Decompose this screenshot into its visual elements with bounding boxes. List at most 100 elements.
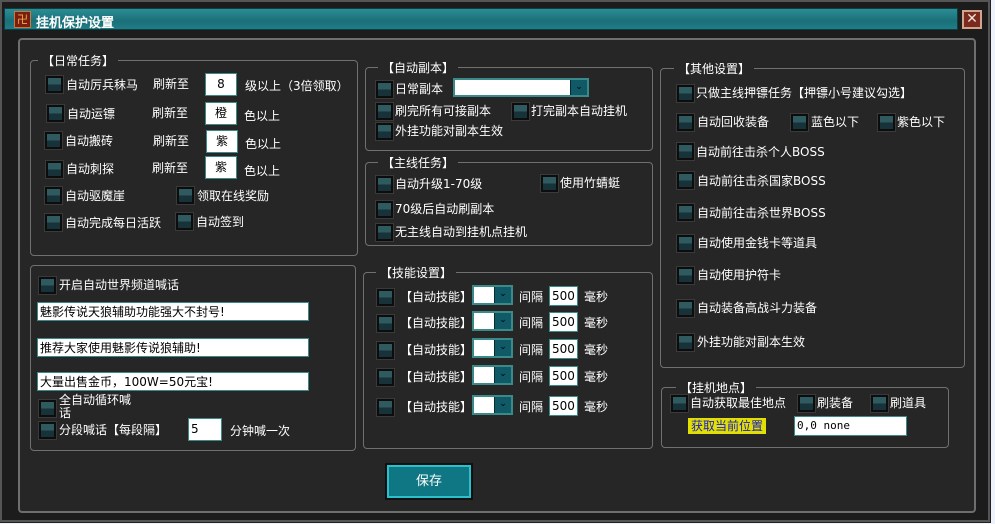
checkbox-label: 全自动循环喊话 <box>59 393 132 420</box>
interval-input[interactable]: 500 <box>549 286 578 306</box>
close-button[interactable]: ✕ <box>962 10 982 29</box>
chevron-down-icon: ⌄ <box>494 313 511 329</box>
interval-input[interactable]: 500 <box>549 396 578 416</box>
checkbox-label: 无主线自动到挂机点挂机 <box>395 225 528 239</box>
checkbox[interactable] <box>46 104 65 123</box>
checkbox-label: 自动装备高战斗力装备 <box>697 301 818 315</box>
checkbox-label: 刷装备 <box>817 396 854 410</box>
checkbox[interactable] <box>376 288 395 307</box>
label: 刷新至 <box>152 161 189 175</box>
checkbox-label: 自动运镖 <box>67 107 116 121</box>
group-title: 【技能设置】 <box>376 264 457 281</box>
checkbox[interactable] <box>375 223 394 242</box>
chevron-down-icon: ⌄ <box>494 367 511 383</box>
message-input[interactable]: 魅影传说天狼辅助功能强大不封号! <box>37 302 309 321</box>
level-input[interactable]: 8 <box>205 73 237 96</box>
label: 色以上 <box>245 137 282 151</box>
checkbox[interactable] <box>676 203 695 222</box>
checkbox-label: 外挂功能对副本生效 <box>697 335 806 349</box>
interval-input[interactable]: 500 <box>549 339 578 359</box>
checkbox[interactable] <box>45 160 64 179</box>
checkbox-label: 自动回收装备 <box>697 115 770 129</box>
skill-select[interactable]: ⌄ <box>472 311 513 331</box>
checkbox[interactable] <box>44 213 63 232</box>
checkbox[interactable] <box>676 333 695 352</box>
skill-select[interactable]: ⌄ <box>472 395 513 415</box>
group-title: 【主线任务】 <box>378 154 459 171</box>
checkbox[interactable] <box>790 113 809 132</box>
checkbox-label: 自动厉兵秣马 <box>66 78 139 92</box>
color-input[interactable]: 紫 <box>206 130 238 153</box>
dungeon-select[interactable]: ⌄ <box>453 78 589 97</box>
checkbox[interactable] <box>38 421 57 440</box>
skill-label: 【自动技能】 <box>400 343 473 357</box>
checkbox-label: 自动使用金钱卡等道具 <box>697 236 818 250</box>
checkbox[interactable] <box>676 266 695 285</box>
checkbox[interactable] <box>375 80 394 99</box>
chevron-down-icon: ⌄ <box>494 287 511 303</box>
checkbox[interactable] <box>376 314 395 333</box>
checkbox[interactable] <box>375 122 394 141</box>
checkbox[interactable] <box>676 234 695 253</box>
checkbox[interactable] <box>676 142 695 161</box>
checkbox-label: 开启自动世界频道喊话 <box>59 278 180 292</box>
checkbox[interactable] <box>175 212 194 231</box>
skill-select[interactable]: ⌄ <box>472 365 513 385</box>
message-input[interactable]: 大量出售金币，100W=50元宝! <box>37 372 309 391</box>
chevron-down-icon: ⌄ <box>494 340 511 356</box>
checkbox[interactable] <box>376 368 395 387</box>
checkbox[interactable] <box>676 299 695 318</box>
checkbox[interactable] <box>375 102 394 121</box>
group-title: 【其他设置】 <box>674 60 755 77</box>
checkbox[interactable] <box>877 113 896 132</box>
label: 色以上 <box>244 164 281 178</box>
checkbox[interactable] <box>376 398 395 417</box>
checkbox[interactable] <box>375 175 394 194</box>
get-position-button[interactable]: 获取当前位置 <box>688 418 766 434</box>
checkbox[interactable] <box>44 186 63 205</box>
checkbox[interactable] <box>44 131 63 150</box>
save-button[interactable]: 保存 <box>385 463 473 500</box>
label: 色以上 <box>244 109 281 123</box>
skill-select[interactable]: ⌄ <box>472 285 513 305</box>
checkbox[interactable] <box>797 394 816 413</box>
message-input[interactable]: 推荐大家使用魅影传说狼辅助! <box>37 338 309 357</box>
label: 间隔 <box>519 316 544 330</box>
checkbox[interactable] <box>511 102 530 121</box>
checkbox[interactable] <box>676 171 695 190</box>
title-bar[interactable] <box>4 8 958 30</box>
position-input[interactable]: 0,0 none <box>794 416 907 436</box>
label: 毫秒 <box>584 400 609 414</box>
color-input[interactable]: 橙 <box>205 102 237 125</box>
checkbox-label: 使用竹蜻蜓 <box>560 176 621 190</box>
skill-label: 【自动技能】 <box>400 370 473 384</box>
chevron-down-icon: ⌄ <box>570 80 587 95</box>
checkbox-label: 自动完成每日活跃 <box>65 216 162 230</box>
checkbox[interactable] <box>38 276 57 295</box>
checkbox[interactable] <box>540 174 559 193</box>
checkbox[interactable] <box>870 394 889 413</box>
checkbox[interactable] <box>676 113 695 132</box>
interval-input[interactable]: 500 <box>549 366 578 386</box>
label: 毫秒 <box>584 316 609 330</box>
label: 级以上（3倍领取） <box>245 79 349 93</box>
skill-select[interactable]: ⌄ <box>472 338 513 358</box>
window-title: 挂机保护设置 <box>36 16 115 31</box>
interval-input[interactable]: 5 <box>188 418 222 441</box>
checkbox-label: 自动搬砖 <box>65 134 114 148</box>
checkbox[interactable] <box>376 341 395 360</box>
checkbox[interactable] <box>176 186 195 205</box>
checkbox-label: 自动前往击杀个人BOSS <box>696 145 825 159</box>
checkbox[interactable] <box>670 394 689 413</box>
checkbox[interactable] <box>45 75 64 94</box>
checkbox[interactable] <box>38 399 57 418</box>
skill-label: 【自动技能】 <box>400 400 473 414</box>
checkbox[interactable] <box>375 200 394 219</box>
checkbox[interactable] <box>676 84 695 103</box>
color-input[interactable]: 紫 <box>205 156 237 179</box>
interval-input[interactable]: 500 <box>549 312 578 332</box>
label: 毫秒 <box>584 370 609 384</box>
label: 间隔 <box>519 343 544 357</box>
label: 间隔 <box>519 290 544 304</box>
checkbox-label: 蓝色以下 <box>811 115 860 129</box>
